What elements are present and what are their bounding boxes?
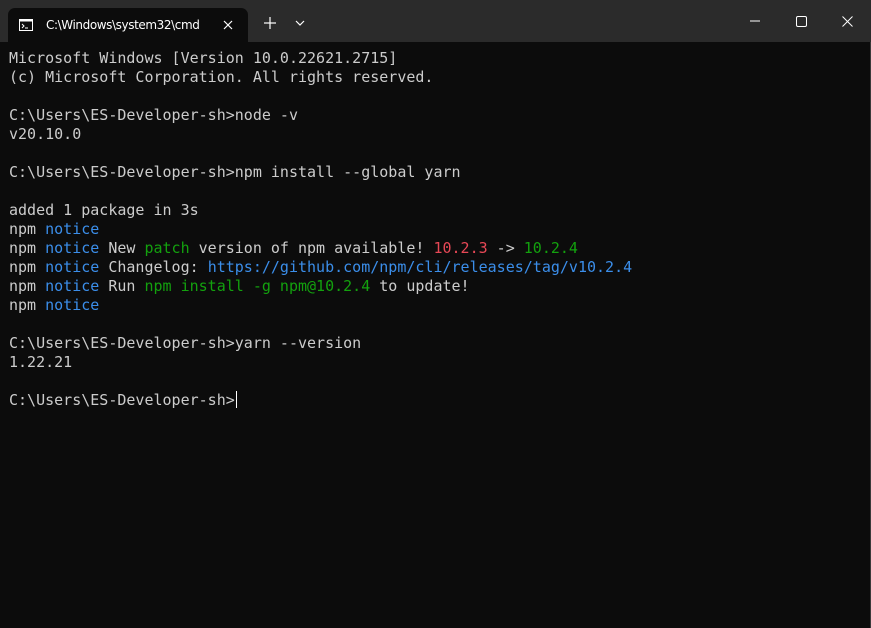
terminal-text: npm — [9, 258, 46, 276]
terminal-text: Microsoft Windows [Version 10.0.22621.27… — [9, 49, 398, 67]
terminal-text: C:\Users\ES-Developer-sh>yarn --version — [9, 334, 362, 352]
terminal-line: C:\Users\ES-Developer-sh>node -v — [9, 106, 864, 125]
terminal-text: notice — [45, 296, 100, 314]
close-tab-button[interactable] — [216, 13, 240, 37]
terminal-line: npm notice Changelog: https://github.com… — [9, 258, 864, 277]
terminal-text: 1.22.21 — [9, 353, 73, 371]
new-tab-button[interactable] — [255, 8, 285, 38]
terminal-text: Changelog: — [99, 258, 208, 276]
terminal-text: https://github.com/npm/cli/releases/tag/… — [207, 258, 633, 276]
terminal-text: npm install -g npm@10.2.4 — [144, 277, 371, 295]
tab-cmd[interactable]: C:\Windows\system32\cmd — [8, 8, 248, 42]
plus-icon — [264, 17, 276, 29]
text-cursor — [235, 391, 237, 408]
terminal-line: C:\Users\ES-Developer-sh>npm install --g… — [9, 163, 864, 182]
terminal-line: npm notice — [9, 220, 864, 239]
terminal-line: npm notice Run npm install -g npm@10.2.4… — [9, 277, 864, 296]
terminal-text: npm — [9, 220, 46, 238]
terminal-text: C:\Users\ES-Developer-sh> — [9, 391, 235, 409]
terminal-text: 10.2.4 — [523, 239, 578, 257]
terminal-text: (c) Microsoft Corporation. All rights re… — [9, 68, 434, 86]
close-window-button[interactable] — [824, 0, 870, 42]
terminal-text: -> — [487, 239, 524, 257]
terminal-text: 10.2.3 — [433, 239, 488, 257]
minimize-button[interactable] — [732, 0, 778, 42]
terminal-line: 1.22.21 — [9, 353, 864, 372]
tab-dropdown-button[interactable] — [285, 8, 315, 38]
chevron-down-icon — [295, 20, 305, 26]
terminal-text: New — [99, 239, 145, 257]
title-bar: C:\Windows\system32\cmd — [0, 0, 871, 42]
terminal-text: v20.10.0 — [9, 125, 82, 143]
minimize-icon — [750, 20, 760, 22]
terminal-line: Microsoft Windows [Version 10.0.22621.27… — [9, 49, 864, 68]
terminal-line: v20.10.0 — [9, 125, 864, 144]
terminal-text: patch — [144, 239, 190, 257]
terminal-line: C:\Users\ES-Developer-sh> — [9, 391, 864, 410]
tab-title: C:\Windows\system32\cmd — [46, 18, 200, 32]
maximize-icon — [795, 15, 807, 27]
terminal-text: version of npm available! — [189, 239, 434, 257]
terminal-text: added 1 package in 3s — [9, 201, 199, 219]
terminal-icon — [18, 17, 34, 33]
terminal-output[interactable]: Microsoft Windows [Version 10.0.22621.27… — [9, 49, 864, 619]
terminal-text: C:\Users\ES-Developer-sh>node -v — [9, 106, 298, 124]
terminal-text: npm — [9, 277, 46, 295]
maximize-button[interactable] — [778, 0, 824, 42]
terminal-text: npm — [9, 239, 46, 257]
terminal-text: notice — [45, 239, 100, 257]
terminal-window: C:\Windows\system32\cmd Microsoft Window… — [0, 0, 871, 628]
close-icon — [841, 15, 853, 27]
terminal-line: npm notice New patch version of npm avai… — [9, 239, 864, 258]
terminal-text: notice — [45, 258, 100, 276]
terminal-text: Run — [99, 277, 145, 295]
terminal-line: npm notice — [9, 296, 864, 315]
terminal-line: (c) Microsoft Corporation. All rights re… — [9, 68, 864, 87]
terminal-line: C:\Users\ES-Developer-sh>yarn --version — [9, 334, 864, 353]
terminal-line: added 1 package in 3s — [9, 201, 864, 220]
terminal-text: to update! — [370, 277, 470, 295]
terminal-text: C:\Users\ES-Developer-sh>npm install --g… — [9, 163, 461, 181]
terminal-text: npm — [9, 296, 46, 314]
terminal-text: notice — [45, 220, 100, 238]
terminal-text: notice — [45, 277, 100, 295]
